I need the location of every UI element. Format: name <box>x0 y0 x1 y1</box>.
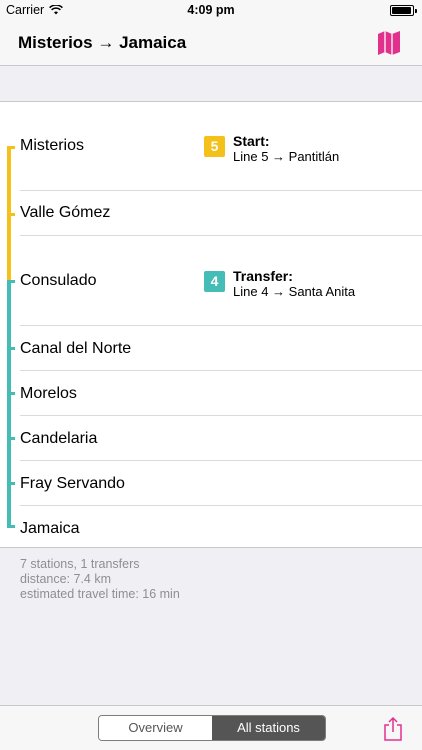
overview-segment[interactable]: Overview <box>99 716 212 740</box>
station-list: Misterios 5 Start: Line 5 → Pantitlán Va… <box>0 101 422 548</box>
status-time: 4:09 pm <box>187 3 235 17</box>
bottom-toolbar: Overview All stations <box>0 705 422 750</box>
station-row[interactable]: Jamaica <box>0 506 422 549</box>
map-icon <box>378 31 400 55</box>
summary-time: estimated travel time: 16 min <box>20 587 180 601</box>
start-title: Start: <box>233 133 270 149</box>
station-row[interactable]: Candelaria <box>0 416 422 461</box>
station-name: Valle Gómez <box>20 204 111 221</box>
share-icon <box>384 716 402 741</box>
route-summary: 7 stations, 1 transfers distance: 7.4 km… <box>20 557 180 602</box>
station-name: Jamaica <box>20 520 80 537</box>
navigation-bar: Misterios → Jamaica <box>0 20 422 66</box>
all-stations-segment[interactable]: All stations <box>212 716 325 740</box>
battery-icon <box>390 5 417 16</box>
station-row[interactable]: Misterios 5 Start: Line 5 → Pantitlán <box>0 102 422 191</box>
station-row[interactable]: Morelos <box>0 371 422 416</box>
map-button[interactable] <box>376 30 404 56</box>
view-segmented-control: Overview All stations <box>98 715 326 741</box>
station-row[interactable]: Consulado 4 Transfer: Line 4 → Santa Ani… <box>0 236 422 326</box>
share-button[interactable] <box>382 716 404 742</box>
summary-distance: distance: 7.4 km <box>20 572 112 586</box>
station-row[interactable]: Canal del Norte <box>0 326 422 371</box>
line-4-badge: 4 <box>204 271 225 292</box>
transfer-title: Transfer: <box>233 268 293 284</box>
station-row[interactable]: Fray Servando <box>0 461 422 506</box>
station-name: Misterios <box>20 137 85 154</box>
line-5-badge: 5 <box>204 136 225 157</box>
battery-fill <box>392 7 411 14</box>
station-row[interactable]: Valle Gómez <box>0 191 422 236</box>
station-name: Canal del Norte <box>20 340 132 357</box>
station-name: Consulado <box>20 272 97 289</box>
start-line: Line 5 → Pantitlán <box>233 149 340 164</box>
transfer-line: Line 4 → Santa Anita <box>233 284 356 299</box>
station-name: Candelaria <box>20 430 98 447</box>
page-title: Misterios → Jamaica <box>18 33 187 52</box>
station-name: Morelos <box>20 385 77 402</box>
station-name: Fray Servando <box>20 475 125 492</box>
status-bar: Carrier 4:09 pm <box>0 0 422 20</box>
summary-stations: 7 stations, 1 transfers <box>20 557 140 571</box>
